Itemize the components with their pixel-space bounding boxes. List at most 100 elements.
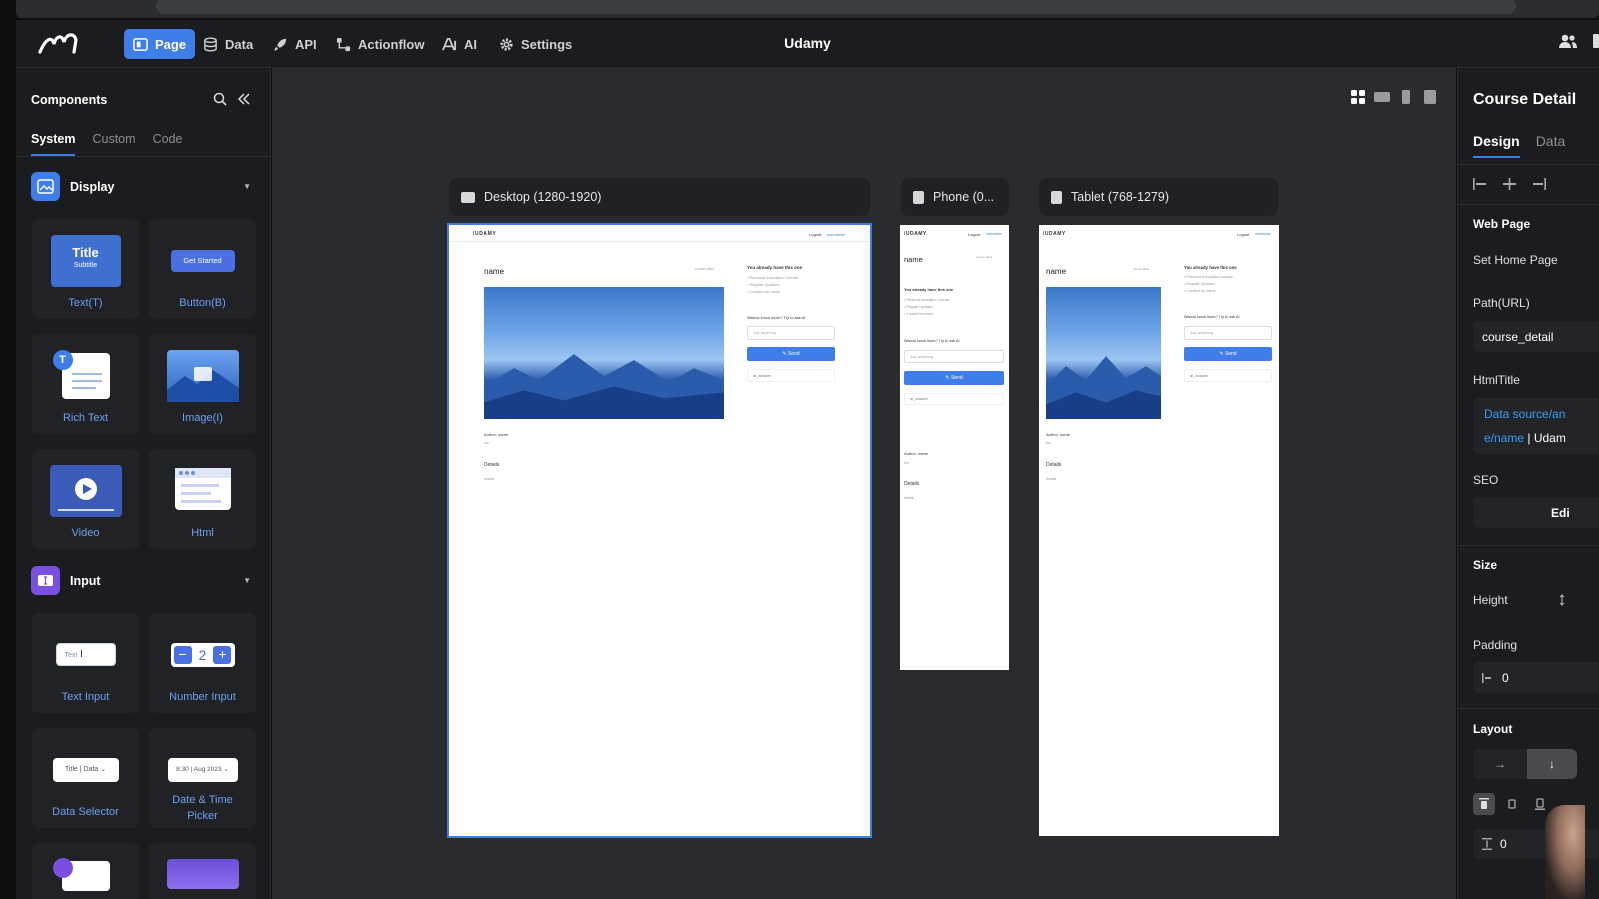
align-top-icon[interactable] [1473,793,1495,815]
phone-preview-course-label: course label [976,255,993,259]
phone-preview-ask-input[interactable]: Ask anything... [904,350,1004,363]
phone-preview-author: Author: name [904,451,929,456]
desktop-view-icon[interactable] [1374,89,1390,105]
arrow-down-icon[interactable]: ↓ [1527,749,1577,779]
phone-preview-send-button[interactable]: ✎ Send [904,371,1004,385]
align-center-icon[interactable] [1502,178,1517,190]
padding-field[interactable]: 0 [1473,662,1599,693]
data-selector-thumb-b: Data [83,766,99,773]
phone-frame[interactable]: /UDAMY Logout username name course label… [900,225,1009,670]
caret-down-icon[interactable]: ▼ [243,576,251,585]
tablet-view-icon[interactable] [1422,89,1438,105]
phone-view-icon[interactable] [1398,89,1414,105]
section-input[interactable]: Input ▼ [31,566,251,595]
component-text[interactable]: Title Subtitle Text(T) [32,219,139,319]
browser-url-bar[interactable] [156,0,1516,14]
more-thumbnail-2 [166,859,239,889]
number-input-thumbnail: − 2 + [170,643,235,667]
size-heading: Size [1473,558,1498,572]
preview-username[interactable]: username [827,232,845,237]
phone-preview-send-label: Send [950,375,963,381]
component-button[interactable]: Get Started Button(B) [149,219,256,319]
number-thumb-value: 2 [198,647,207,663]
gap-value: 0 [1500,837,1507,851]
seo-edit-button[interactable]: Edi [1473,497,1599,528]
browser-bar [16,0,1599,18]
viewport-phone-label[interactable]: Phone (0... [901,178,1009,216]
tab-system[interactable]: System [31,132,76,156]
preview-bullet-3: • Created by name [747,289,781,294]
tablet-preview-send-button[interactable]: ✎ Send [1184,347,1272,361]
path-field[interactable]: course_detail [1473,321,1599,352]
gap-icon [1482,838,1492,850]
padding-label: Padding [1473,638,1518,652]
align-middle-icon[interactable] [1501,793,1523,815]
component-data-selector[interactable]: Title | Data ⌄ Data Selector [32,728,139,828]
collapse-panel-icon[interactable] [237,92,251,106]
component-html[interactable]: Html [149,449,256,549]
phone-preview-bullet-1: • Personal education License [904,298,950,302]
component-rich-text[interactable]: T Rich Text [32,334,139,434]
inspector-tabs-divider [1458,164,1599,165]
tablet-preview-send-label: Send [1224,351,1237,357]
component-number-input[interactable]: − 2 + Number Input [149,613,256,713]
component-more-2[interactable] [149,843,256,899]
text-input-thumbnail: Text I [55,643,116,666]
layout-heading: Layout [1473,722,1513,736]
component-more-1[interactable] [32,843,139,899]
app-window: Page Data API Actionflow AI Settings Uda… [0,0,1599,899]
arrow-right-icon[interactable]: → [1473,749,1527,779]
tab-data[interactable]: Data [1536,133,1566,158]
phone-icon [913,190,924,204]
data-selector-thumb-a: Title [64,766,78,773]
viewport-tablet-label[interactable]: Tablet (768-1279) [1039,178,1278,216]
phone-preview-username[interactable]: username [986,232,1002,236]
component-text-input[interactable]: Text I Text Input [32,613,139,713]
tablet-preview-ask-input[interactable]: Ask anything... [1184,326,1272,340]
preview-already-have: You already have this one [747,265,803,270]
phone-preview-bio: bio [904,461,909,465]
component-date-time-picker[interactable]: 8:30 | Aug 2023 ⌄ Date & Time Picker [149,728,256,828]
desktop-frame[interactable]: /UDAMY Logout username name course label… [447,223,872,838]
tablet-preview-username[interactable]: username [1255,232,1271,236]
phone-preview-logout[interactable]: Logout [968,232,980,237]
section-display[interactable]: Display ▼ [31,172,251,201]
align-bottom-icon[interactable] [1529,793,1551,815]
height-mode-icon[interactable] [1559,594,1571,606]
preview-send-button[interactable]: ✎ Send [747,347,835,361]
layout-direction-toggle: → ↓ [1473,749,1577,779]
phone-preview-already-have: You already have this one [904,287,954,292]
rich-text-badge-icon: T [52,350,73,370]
app-header: Page Data API Actionflow AI Settings Uda… [16,20,1599,68]
tablet-preview-logout[interactable]: Logout [1237,232,1249,237]
html-title-field[interactable]: Data source/an e/name | Udam [1473,398,1599,454]
component-html-label: Html [191,527,214,539]
grid-view-icon[interactable] [1350,89,1366,105]
tab-code[interactable]: Code [153,132,183,156]
panel-toggle-icon[interactable] [1593,33,1599,49]
component-image[interactable]: Image(I) [149,334,256,434]
input-section-icon [31,566,60,595]
set-home-page-label[interactable]: Set Home Page [1473,253,1558,267]
preview-details: details [484,477,495,481]
preview-name: name [484,267,505,276]
tablet-preview-bullet-1: • Personal education License [1184,275,1234,279]
viewport-desktop-label[interactable]: Desktop (1280-1920) [449,178,870,216]
preview-logout[interactable]: Logout [809,232,821,237]
align-divider [1458,204,1599,205]
collaborators-icon[interactable] [1559,33,1577,49]
viewport-phone-text: Phone (0... [933,190,995,204]
search-icon[interactable] [213,92,227,106]
tablet-frame[interactable]: /UDAMY Logout username name course label… [1039,225,1279,836]
align-left-icon[interactable] [1473,178,1488,190]
tab-design[interactable]: Design [1473,133,1520,158]
align-right-icon[interactable] [1531,178,1546,190]
preview-ask-input[interactable]: Ask anything... [747,326,835,340]
caret-down-icon[interactable]: ▼ [243,182,251,191]
canvas[interactable]: Desktop (1280-1920) Phone (0... Tablet (… [272,68,1456,899]
rich-text-thumbnail: T [52,350,110,399]
tablet-preview-hero-image [1046,287,1161,419]
phone-preview-ai-prompt: Wanna know more? Try to ask AI [904,339,960,343]
component-video[interactable]: Video [32,449,139,549]
tab-custom[interactable]: Custom [92,132,135,156]
